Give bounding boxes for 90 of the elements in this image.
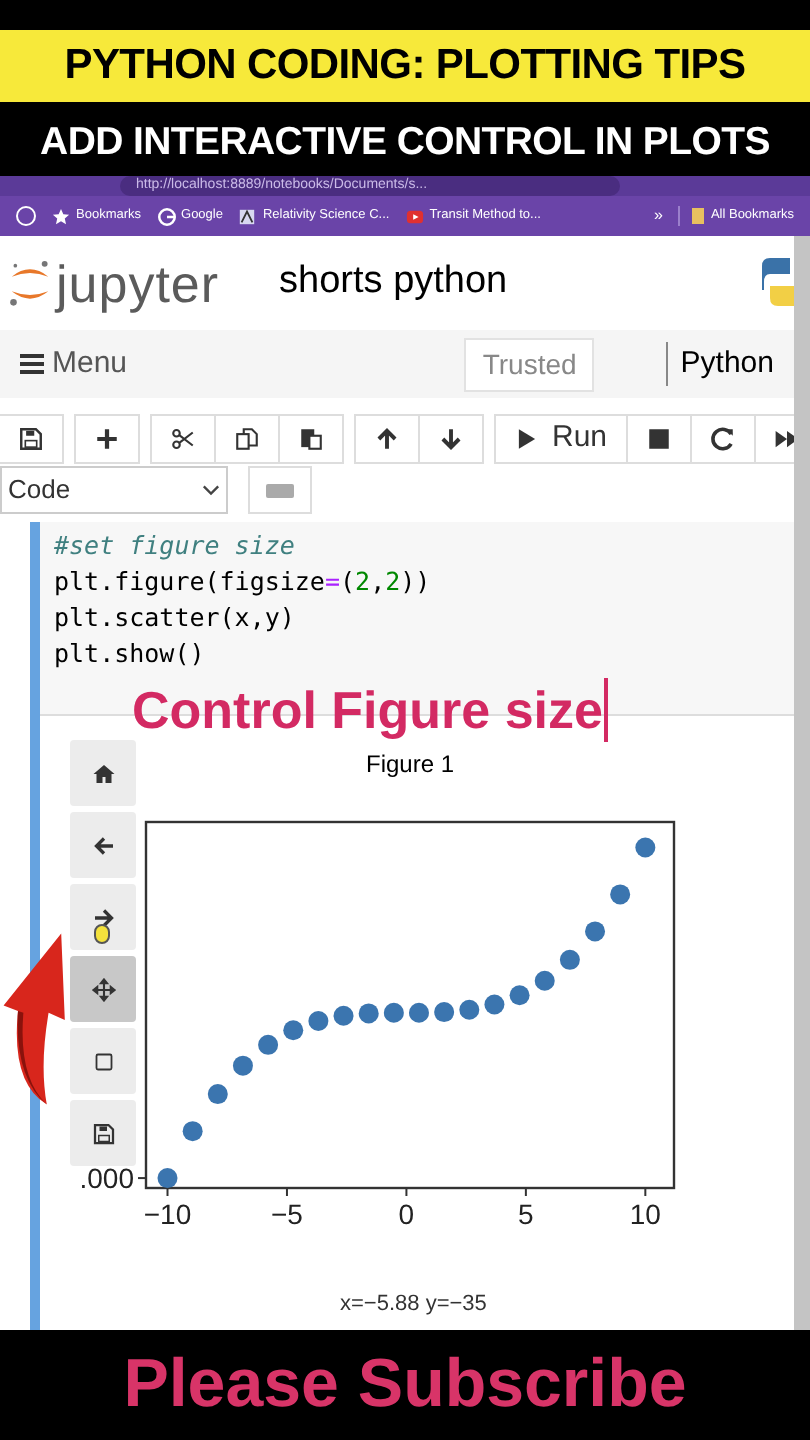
x-tick [405, 1187, 408, 1197]
square-icon [91, 1049, 115, 1073]
x-tick [524, 1187, 527, 1197]
menu-button[interactable]: Menu [20, 341, 128, 387]
stop-button[interactable] [625, 414, 692, 464]
banner-title: PYTHON CODING: PLOTTING TIPS [64, 40, 746, 93]
figure-title: Figure 1 [366, 748, 455, 782]
plus-icon [94, 426, 120, 452]
cursor-icon [94, 924, 110, 944]
stop-icon [645, 426, 672, 452]
video-icon [405, 207, 424, 225]
jupyter-logo-icon [8, 257, 52, 309]
chevron-icon [202, 484, 220, 496]
trusted-badge: Trusted [464, 337, 595, 391]
down-arrow-icon [438, 426, 464, 452]
code-line: plt.show() [54, 636, 207, 672]
restart-button[interactable] [689, 414, 756, 464]
cut-button[interactable] [150, 414, 216, 464]
data-point [182, 1121, 203, 1142]
x-tick [166, 1187, 169, 1197]
data-point [409, 1002, 429, 1023]
save-button[interactable] [0, 414, 64, 464]
data-point [434, 1002, 455, 1023]
add-cell-button[interactable] [74, 414, 140, 464]
more-bookmarks-button[interactable]: » [654, 204, 663, 228]
home-button[interactable] [70, 740, 136, 806]
left-arrow-icon [91, 833, 115, 857]
save-button[interactable] [70, 1100, 136, 1166]
x-tick-label: 0 [398, 1198, 415, 1230]
data-point [157, 1168, 178, 1189]
x-tick-label: −10 [143, 1198, 192, 1230]
code-line: #set figure size [54, 528, 297, 564]
banner-subtitle: ADD INTERACTIVE CONTROL IN PLOTS [40, 118, 770, 168]
x-tick-label: 5 [518, 1198, 534, 1230]
move-icon [91, 977, 115, 1001]
right-arrow-icon [91, 905, 115, 929]
keyboard-icon [266, 483, 294, 497]
paste-button[interactable] [278, 414, 344, 464]
restart-icon [709, 426, 736, 452]
data-point [534, 970, 555, 991]
x-tick [285, 1187, 288, 1197]
cell-type-dropdown[interactable]: Code [0, 466, 228, 514]
data-point [585, 921, 606, 942]
code-line: plt.scatter(x,y) [54, 600, 297, 636]
data-point [635, 837, 656, 858]
star-icon [52, 207, 70, 225]
data-point [509, 985, 530, 1006]
kernel-name[interactable]: Python [680, 341, 774, 387]
overlay-caption: Control Figure size [132, 678, 609, 742]
data-point [232, 1055, 253, 1076]
y-tick [137, 1177, 147, 1180]
pan-button[interactable] [70, 956, 136, 1022]
jupyter-logo[interactable]: jupyter [8, 257, 220, 309]
data-point [207, 1084, 228, 1105]
copy-icon [234, 426, 260, 452]
data-point [383, 1002, 404, 1023]
move-down-button[interactable] [418, 414, 484, 464]
x-tick-label: 10 [629, 1198, 661, 1230]
menu-icon [20, 354, 44, 374]
notebook-title[interactable]: shorts python [279, 254, 508, 312]
x-tick [644, 1187, 647, 1197]
y-tick-label: .000 [79, 1162, 134, 1195]
play-icon [514, 426, 540, 452]
site-icon [238, 207, 257, 225]
home-icon [91, 761, 115, 785]
forward-button[interactable] [70, 884, 136, 950]
data-point [484, 994, 505, 1015]
cursor-coordinates: x=−5.88 y=−35 [340, 1290, 487, 1320]
subscribe-text: Please Subscribe [123, 1344, 687, 1426]
data-point [283, 1020, 304, 1041]
copy-button[interactable] [214, 414, 280, 464]
data-point [333, 1005, 354, 1026]
profile-icon[interactable] [16, 206, 36, 226]
paste-icon [298, 426, 324, 452]
folder-icon [692, 208, 705, 224]
x-tick-label: −5 [271, 1198, 303, 1230]
fast-forward-icon [773, 426, 800, 452]
data-point [308, 1011, 329, 1032]
data-point [610, 884, 631, 905]
data-point [459, 999, 480, 1020]
scissors-icon [170, 426, 196, 452]
data-point [258, 1034, 279, 1055]
run-button[interactable]: Run [494, 414, 628, 464]
move-up-button[interactable] [354, 414, 420, 464]
code-line: plt.figure(figsize=(2,2)) [54, 564, 433, 600]
data-point [358, 1003, 379, 1024]
google-icon [157, 207, 176, 225]
up-arrow-icon [374, 426, 400, 452]
back-button[interactable] [70, 812, 136, 878]
data-point [559, 949, 580, 970]
